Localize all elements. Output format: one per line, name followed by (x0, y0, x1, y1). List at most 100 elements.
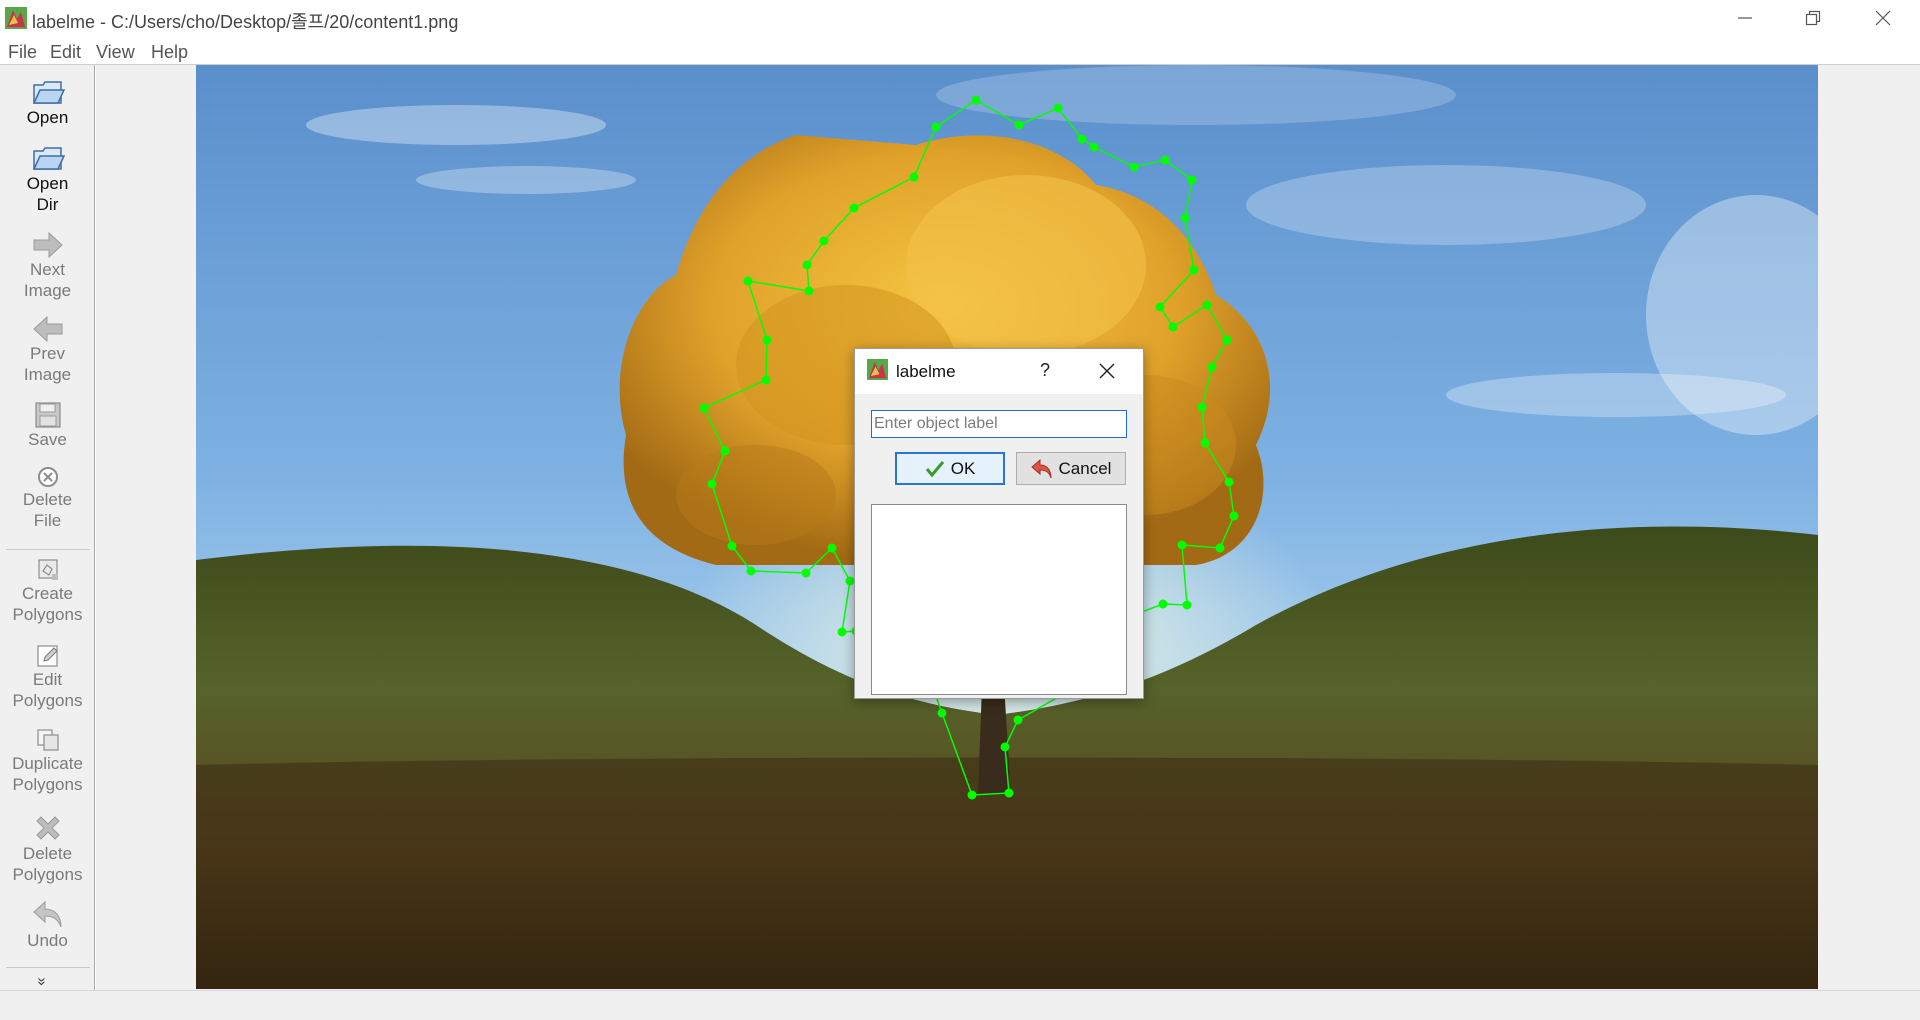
polygon-vertex[interactable] (931, 122, 941, 132)
delete-polygons-label: Delete Polygons (12, 844, 83, 884)
polygon-vertex[interactable] (1089, 142, 1099, 152)
next-image-button[interactable]: Next Image (0, 231, 95, 301)
polygon-vertex[interactable] (1053, 103, 1063, 113)
open-dir-button[interactable]: Open Dir (0, 143, 95, 215)
polygon-vertex[interactable] (1177, 540, 1187, 550)
copy-icon (36, 729, 59, 751)
polygon-vertex[interactable] (849, 203, 859, 213)
polygon-vertex[interactable] (1155, 302, 1165, 312)
polygon-vertex[interactable] (1207, 362, 1217, 372)
polygon-vertex[interactable] (1168, 322, 1178, 332)
polygon-vertex[interactable] (1013, 715, 1023, 725)
close-icon[interactable] (1094, 358, 1120, 384)
cancel-button[interactable]: Cancel (1016, 452, 1126, 485)
polygon-vertex[interactable] (1229, 511, 1239, 521)
folder-open-icon (32, 81, 65, 104)
delete-circle-icon (37, 467, 58, 487)
delete-polygons-button[interactable]: Delete Polygons (0, 813, 95, 885)
polygon-vertex[interactable] (909, 172, 919, 182)
menu-edit[interactable]: Edit (50, 42, 81, 63)
toolbar-separator (6, 549, 90, 550)
polygon-vertex[interactable] (804, 286, 814, 296)
menu-bar: File Edit View Help (0, 37, 1920, 65)
polygon-vertex[interactable] (1129, 162, 1139, 172)
menu-help[interactable]: Help (151, 42, 188, 63)
polygon-vertex[interactable] (720, 446, 730, 456)
polygon-vertex[interactable] (801, 568, 811, 578)
polygon-vertex[interactable] (819, 236, 829, 246)
polygon-vertex[interactable] (1202, 300, 1212, 310)
menu-view[interactable]: View (96, 42, 135, 63)
polygon-vertex[interactable] (937, 708, 947, 718)
arrow-left-icon (32, 315, 62, 343)
polygon-vertex[interactable] (761, 375, 771, 385)
polygon-vertex[interactable] (746, 566, 756, 576)
window-title: labelme - C:/Users/cho/Desktop/졸프/20/con… (32, 12, 459, 32)
delete-file-button[interactable]: Delete File (0, 465, 95, 531)
polygon-vertex[interactable] (1077, 134, 1087, 144)
undo-button[interactable]: Undo (0, 900, 95, 951)
prev-image-button[interactable]: Prev Image (0, 315, 95, 385)
polygon-vertex[interactable] (827, 543, 837, 553)
ok-button[interactable]: OK (895, 452, 1005, 485)
edit-polygons-button[interactable]: Edit Polygons (0, 643, 95, 711)
restore-icon (1805, 10, 1821, 26)
create-polygon-icon (37, 559, 58, 580)
minimize-button[interactable] (1710, 0, 1780, 36)
title-bar: labelme - C:/Users/cho/Desktop/졸프/20/con… (0, 0, 1920, 37)
polygon-vertex[interactable] (727, 541, 737, 551)
polygon-vertex[interactable] (1189, 265, 1199, 275)
menu-file[interactable]: File (8, 42, 37, 63)
polygon-vertex[interactable] (1158, 599, 1168, 609)
polygon-vertex[interactable] (762, 335, 772, 345)
save-button[interactable]: Save (0, 401, 95, 450)
label-input[interactable] (871, 410, 1127, 438)
label-list[interactable] (871, 504, 1127, 695)
polygon-vertex[interactable] (1215, 543, 1225, 553)
polygon-vertex[interactable] (1182, 600, 1192, 610)
polygon-vertex[interactable] (1197, 402, 1207, 412)
duplicate-polygons-button[interactable]: Duplicate Polygons (0, 727, 95, 795)
polygon-vertex[interactable] (1000, 742, 1010, 752)
polygon-vertex[interactable] (1180, 213, 1190, 223)
polygon-vertex[interactable] (971, 95, 981, 105)
dialog-title-bar: labelme ? (855, 349, 1143, 394)
prev-image-label: Prev Image (23, 344, 72, 384)
polygon-vertex[interactable] (1014, 120, 1024, 130)
labelme-logo-icon (867, 359, 888, 380)
arrow-right-icon (33, 231, 63, 259)
polygon-vertex[interactable] (802, 260, 812, 270)
undo-label: Undo (27, 931, 68, 950)
restore-button[interactable] (1778, 0, 1848, 36)
cancel-label: Cancel (1058, 458, 1112, 478)
polygon-vertex[interactable] (1222, 335, 1232, 345)
help-button[interactable]: ? (1033, 358, 1057, 382)
edit-polygons-label: Edit Polygons (12, 670, 83, 710)
polygon-vertex[interactable] (1187, 175, 1197, 185)
polygon-vertex[interactable] (1160, 155, 1170, 165)
create-polygons-button[interactable]: Create Polygons (0, 557, 95, 625)
polygon-vertex[interactable] (967, 790, 977, 800)
next-image-label: Next Image (23, 260, 72, 300)
folder-open-icon (32, 147, 65, 170)
delete-file-label: Delete File (22, 490, 73, 530)
status-bar (0, 990, 1920, 1020)
polygon-vertex[interactable] (1200, 438, 1210, 448)
undo-arrow-icon (1030, 458, 1052, 478)
label-dialog: labelme ? OK Cancel (854, 348, 1144, 699)
polygon-vertex[interactable] (707, 479, 717, 489)
polygon-vertex[interactable] (1224, 477, 1234, 487)
labelme-logo-icon (5, 7, 27, 29)
polygon-vertex[interactable] (837, 627, 847, 637)
dialog-body: OK Cancel (855, 394, 1143, 698)
polygon-vertex[interactable] (1004, 788, 1014, 798)
close-button[interactable] (1848, 0, 1918, 36)
toolbar-extension-icon[interactable]: » (34, 977, 51, 985)
minimize-icon (1738, 17, 1752, 19)
duplicate-polygons-label: Duplicate Polygons (12, 754, 83, 794)
open-dir-label: Open Dir (26, 174, 69, 214)
open-button[interactable]: Open (0, 77, 95, 128)
toolbar: Open Open Dir Next Image Prev Image Save… (0, 65, 95, 990)
polygon-vertex[interactable] (743, 276, 753, 286)
polygon-vertex[interactable] (699, 403, 709, 413)
